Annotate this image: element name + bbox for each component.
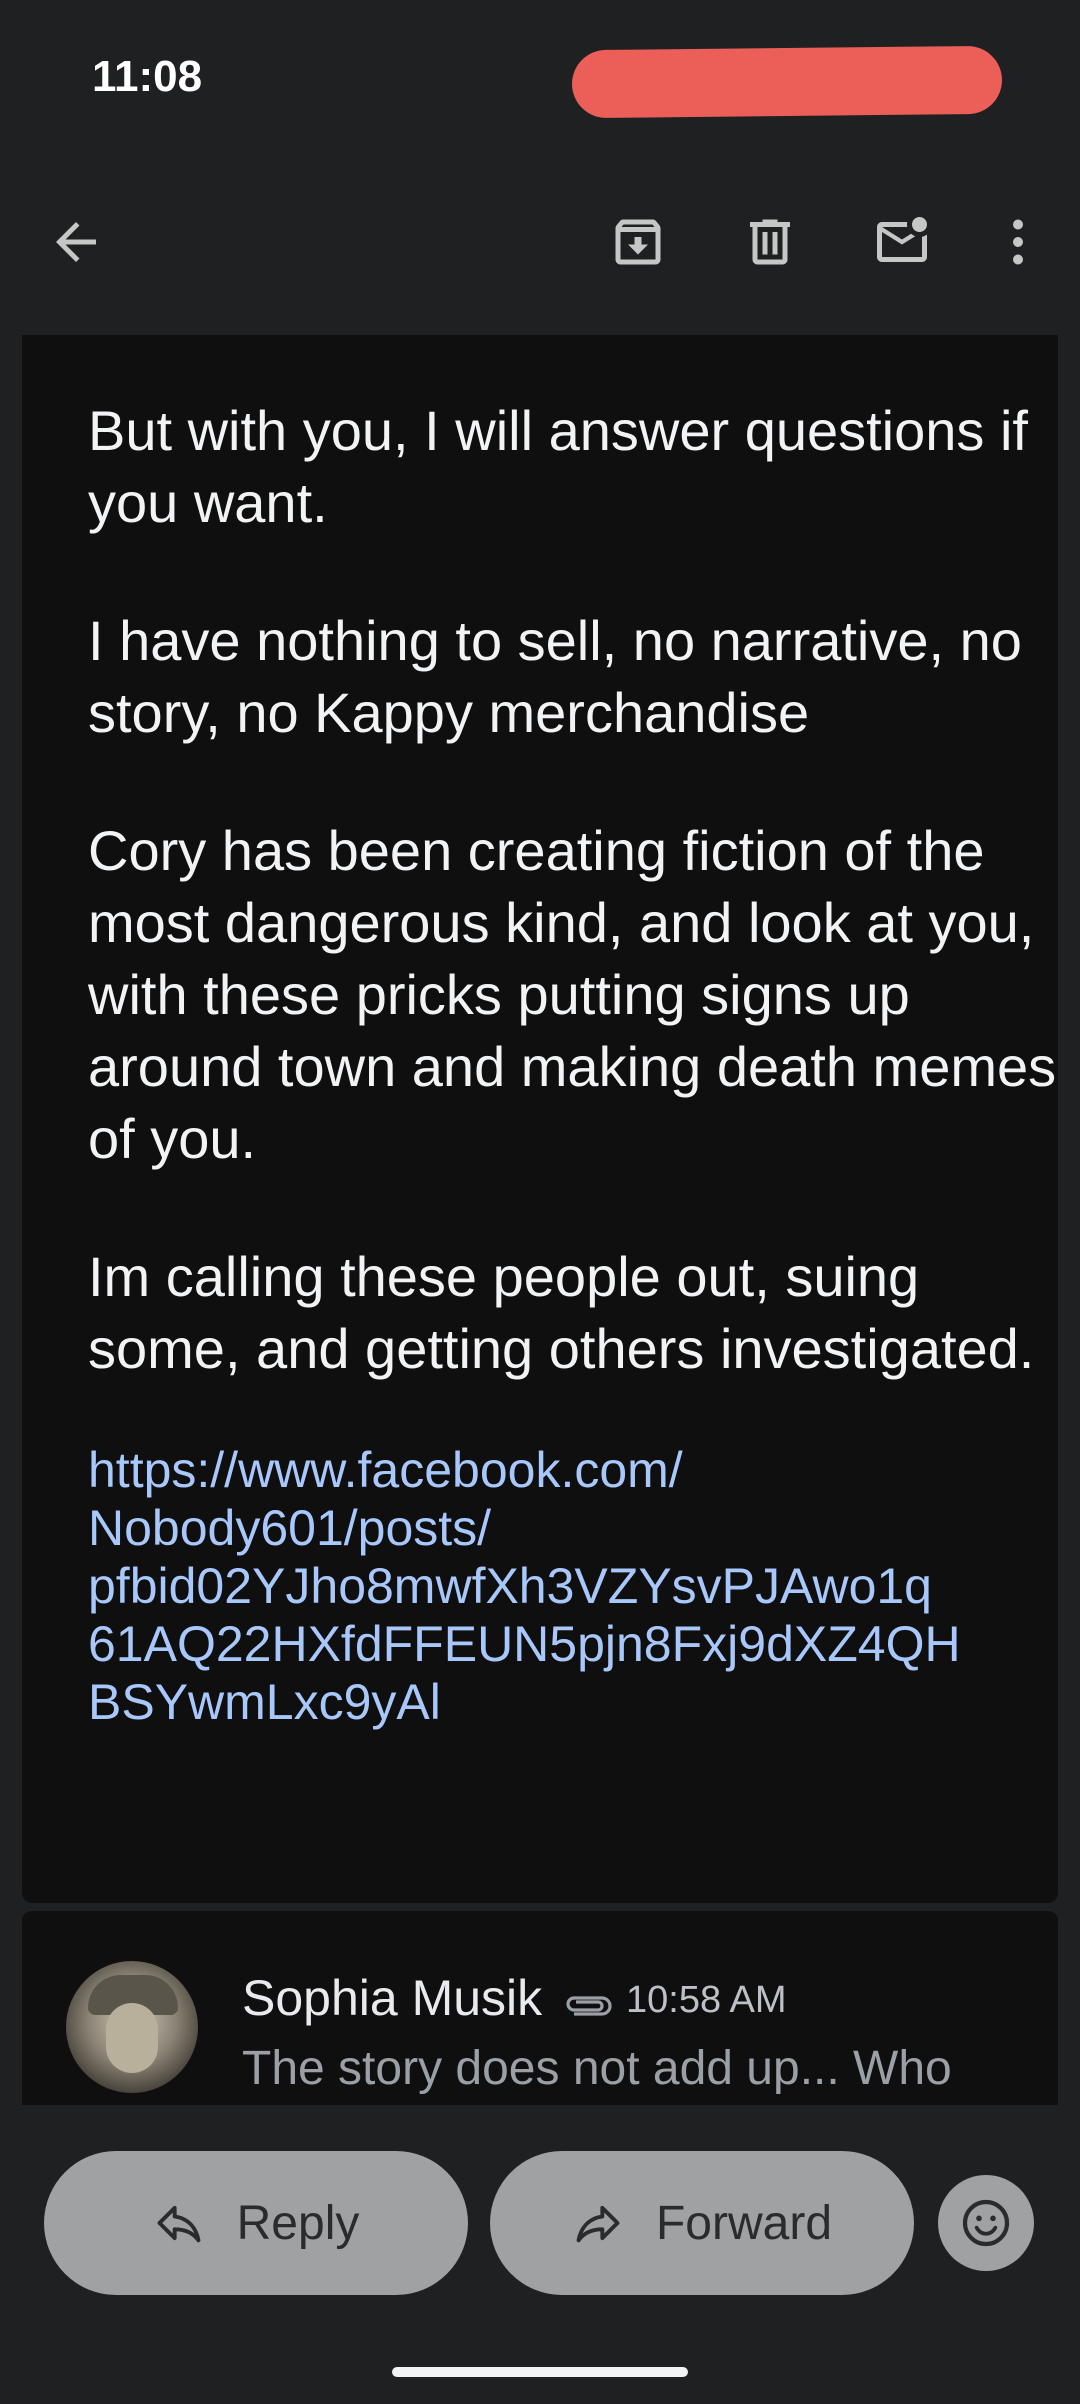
link-line[interactable]: 61AQ22HXfdFFEUN5pjn8Fxj9dXZ4QH [88, 1615, 1058, 1673]
status-bar: 11:08 [0, 0, 1080, 150]
reply-label: Reply [236, 2196, 360, 2250]
link-line[interactable]: Nobody601/posts/ [88, 1499, 1058, 1557]
more-vert-icon[interactable] [978, 202, 1058, 282]
attachment-icon [566, 1996, 612, 2016]
reply-icon [157, 2205, 201, 2243]
forward-label: Forward [655, 2196, 833, 2250]
home-indicator[interactable] [392, 2367, 688, 2377]
avatar[interactable] [66, 1961, 198, 2093]
emoji-reaction-button[interactable] [938, 2175, 1034, 2271]
link-line[interactable]: pfbid02YJho8mwfXh3VZYsvPJAwo1q [88, 1557, 1058, 1615]
delete-icon[interactable] [730, 202, 810, 282]
link-line[interactable]: BSYwmLxc9yAl [88, 1673, 1058, 1731]
redaction-mark [571, 45, 1003, 119]
message-body: But with you, I will answer questions if… [88, 395, 1058, 1731]
sender-name: Sophia Musik [242, 1970, 543, 2026]
message-card: But with you, I will answer questions if… [22, 335, 1058, 1903]
reply-button[interactable]: Reply [44, 2151, 468, 2295]
message-time: 10:58 AM [626, 1979, 787, 2021]
status-time: 11:08 [92, 52, 203, 101]
forward-icon [576, 2205, 620, 2243]
message-paragraph: I have nothing to sell, no narrative, no… [88, 609, 1022, 744]
avatar-face [106, 2003, 158, 2073]
emoji-icon [962, 2199, 1010, 2247]
archive-icon[interactable] [598, 202, 678, 282]
message-paragraph: Cory has been creating fiction of the mo… [88, 819, 1057, 1170]
email-toolbar [0, 150, 1080, 335]
facebook-link[interactable]: https://www.facebook.com/ Nobody601/post… [88, 1441, 1058, 1731]
collapsed-message[interactable]: Sophia Musik 10:58 AM The story does not… [22, 1911, 1058, 2105]
mark-unread-icon[interactable] [862, 202, 942, 282]
forward-button[interactable]: Forward [490, 2151, 914, 2295]
conversation-view: But with you, I will answer questions if… [0, 335, 1080, 2105]
message-preview: The story does not add up... Who [242, 2042, 952, 2095]
message-paragraph: But with you, I will answer questions if… [88, 399, 1028, 534]
back-arrow-icon[interactable] [36, 202, 116, 282]
action-bar: Reply Forward [0, 2105, 1080, 2404]
message-paragraph: Im calling these people out, suing some,… [88, 1245, 1035, 1380]
link-line[interactable]: https://www.facebook.com/ [88, 1441, 1058, 1499]
